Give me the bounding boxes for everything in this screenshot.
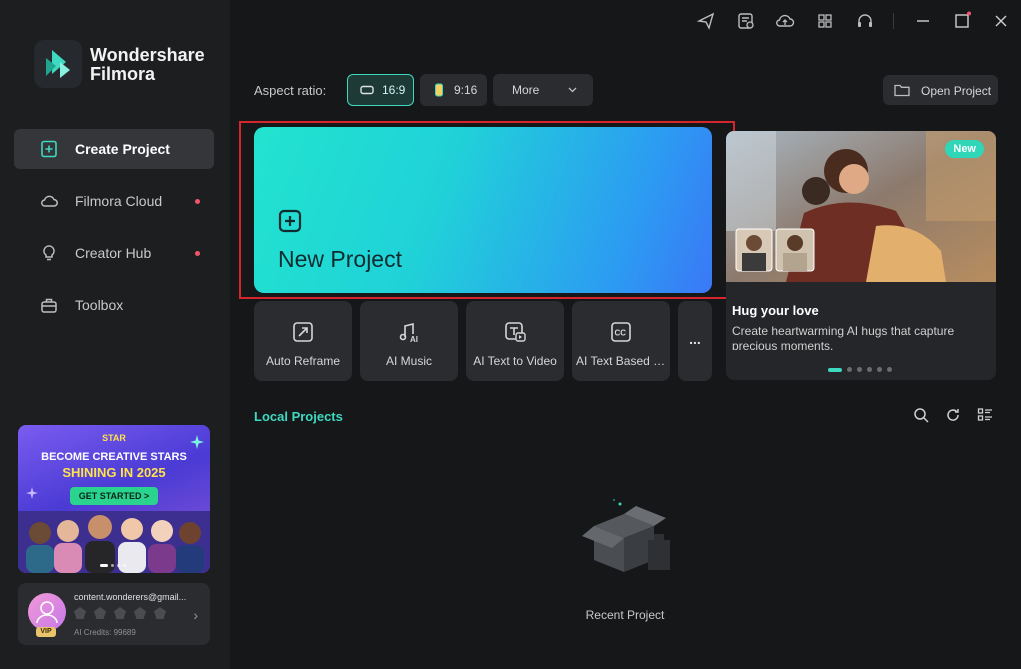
promo-star-label: STAR xyxy=(102,433,126,443)
app-brand: Wondershare Filmora xyxy=(90,46,205,84)
cloud-upload-icon[interactable] xyxy=(775,11,795,31)
tool-label: AI Text to Video xyxy=(473,354,557,368)
notification-dot xyxy=(195,199,200,204)
portrait-icon xyxy=(435,83,443,97)
ai-music-button[interactable]: AI AI Music xyxy=(360,301,458,381)
chevron-down-icon xyxy=(568,87,577,93)
minimize-icon[interactable] xyxy=(913,11,933,31)
badge-icon xyxy=(154,607,166,619)
more-tools-button[interactable]: ... xyxy=(678,301,712,381)
sparkle-icon xyxy=(26,487,38,499)
apps-grid-icon[interactable] xyxy=(815,11,835,31)
sidebar-item-label: Toolbox xyxy=(75,297,124,313)
maximize-icon[interactable] xyxy=(952,11,972,31)
promo-banner[interactable]: STAR BECOME CREATIVE STARS SHINING IN 20… xyxy=(18,425,210,573)
page-dot[interactable] xyxy=(867,367,872,372)
cloud-icon xyxy=(41,195,58,207)
new-badge: New xyxy=(945,140,984,158)
aspect-more-dropdown[interactable]: More xyxy=(493,74,593,106)
feature-pagination[interactable] xyxy=(828,367,892,372)
achievement-badges xyxy=(74,607,166,619)
badge-icon xyxy=(94,607,106,619)
sparkle-icon xyxy=(190,435,204,449)
sidebar-item-label: Filmora Cloud xyxy=(75,193,163,209)
create-project-icon xyxy=(41,140,57,158)
user-icon xyxy=(36,601,58,624)
tool-label: Auto Reframe xyxy=(265,354,341,368)
filmora-logo-icon xyxy=(46,50,70,78)
notification-dot xyxy=(195,251,200,256)
aspect-option-label: 9:16 xyxy=(454,83,478,97)
sidebar-item-label: Create Project xyxy=(75,141,170,157)
recent-project-label: Recent Project xyxy=(585,608,665,622)
tool-label: AI Music xyxy=(385,354,432,368)
page-dot[interactable] xyxy=(828,367,842,372)
aspect-option-label: 16:9 xyxy=(382,83,406,97)
aspect-9-16-button[interactable]: 9:16 xyxy=(420,74,487,106)
feature-description: Create heartwarming AI hugs that capture… xyxy=(732,324,955,350)
chevron-right-icon: › xyxy=(193,607,198,623)
empty-box-icon xyxy=(582,499,670,572)
tool-label: AI Text Based E... xyxy=(576,354,670,368)
close-icon[interactable] xyxy=(991,11,1011,31)
aspect-ratio-label: Aspect ratio: xyxy=(254,83,327,98)
search-icon[interactable] xyxy=(913,407,929,423)
ai-credits: AI Credits: 99689 xyxy=(74,628,136,637)
sidebar-item-creator-hub[interactable]: Creator Hub xyxy=(14,233,214,273)
folder-icon xyxy=(894,84,910,97)
promo-subheadline: SHINING IN 2025 xyxy=(62,465,166,480)
get-started-button[interactable]: GET STARTED > xyxy=(70,487,158,505)
toolbox-icon xyxy=(41,298,57,313)
svg-text:AI: AI xyxy=(410,335,418,343)
page-dot[interactable] xyxy=(877,367,882,372)
badge-icon xyxy=(134,607,146,619)
list-view-icon[interactable] xyxy=(977,407,993,423)
auto-reframe-button[interactable]: Auto Reframe xyxy=(254,301,352,381)
brand-line-1: Wondershare xyxy=(90,45,205,65)
sidebar: Wondershare Filmora Create Project Filmo… xyxy=(0,0,230,669)
promo-pagination xyxy=(100,564,126,567)
open-project-button[interactable]: Open Project xyxy=(883,75,998,105)
lightbulb-icon xyxy=(43,245,55,261)
page-dot[interactable] xyxy=(857,367,862,372)
sidebar-item-toolbox[interactable]: Toolbox xyxy=(14,285,214,325)
filmora-logo xyxy=(34,40,82,88)
ai-text-to-video-icon xyxy=(505,322,526,342)
sidebar-item-label: Creator Hub xyxy=(75,245,152,261)
feature-card[interactable]: New Hug your love Create heartwarming AI… xyxy=(726,131,996,380)
highlight-frame xyxy=(239,121,735,299)
promo-headline: BECOME CREATIVE STARS xyxy=(41,451,187,463)
more-label: More xyxy=(512,83,540,97)
ai-music-icon: AI xyxy=(399,322,418,343)
account-email: content.wonderers@gmail... xyxy=(74,592,187,602)
account-panel[interactable]: VIP content.wonderers@gmail... AI Credit… xyxy=(18,583,210,645)
task-list-icon[interactable] xyxy=(736,11,756,31)
titlebar-divider xyxy=(893,13,894,29)
refresh-icon[interactable] xyxy=(945,407,961,423)
auto-reframe-icon xyxy=(293,322,313,342)
aspect-16-9-button[interactable]: 16:9 xyxy=(347,74,414,106)
feature-title: Hug your love xyxy=(732,303,819,318)
closed-caption-icon: CC xyxy=(611,322,631,342)
headset-icon[interactable] xyxy=(855,11,875,31)
vip-badge: VIP xyxy=(36,627,56,637)
sidebar-item-create-project[interactable]: Create Project xyxy=(14,129,214,169)
badge-icon xyxy=(114,607,126,619)
page-dot[interactable] xyxy=(847,367,852,372)
send-icon[interactable] xyxy=(696,11,716,31)
brand-line-2: Filmora xyxy=(90,64,156,84)
more-icon: ... xyxy=(689,331,701,347)
avatar xyxy=(28,593,66,631)
landscape-icon xyxy=(360,85,374,95)
badge-icon xyxy=(74,607,86,619)
page-dot[interactable] xyxy=(887,367,892,372)
sidebar-item-filmora-cloud[interactable]: Filmora Cloud xyxy=(14,181,214,221)
ai-text-to-video-button[interactable]: AI Text to Video xyxy=(466,301,564,381)
open-project-label: Open Project xyxy=(921,84,992,98)
ai-text-based-editing-button[interactable]: CC AI Text Based E... xyxy=(572,301,670,381)
svg-text:CC: CC xyxy=(615,329,627,338)
local-projects-title: Local Projects xyxy=(254,409,343,424)
